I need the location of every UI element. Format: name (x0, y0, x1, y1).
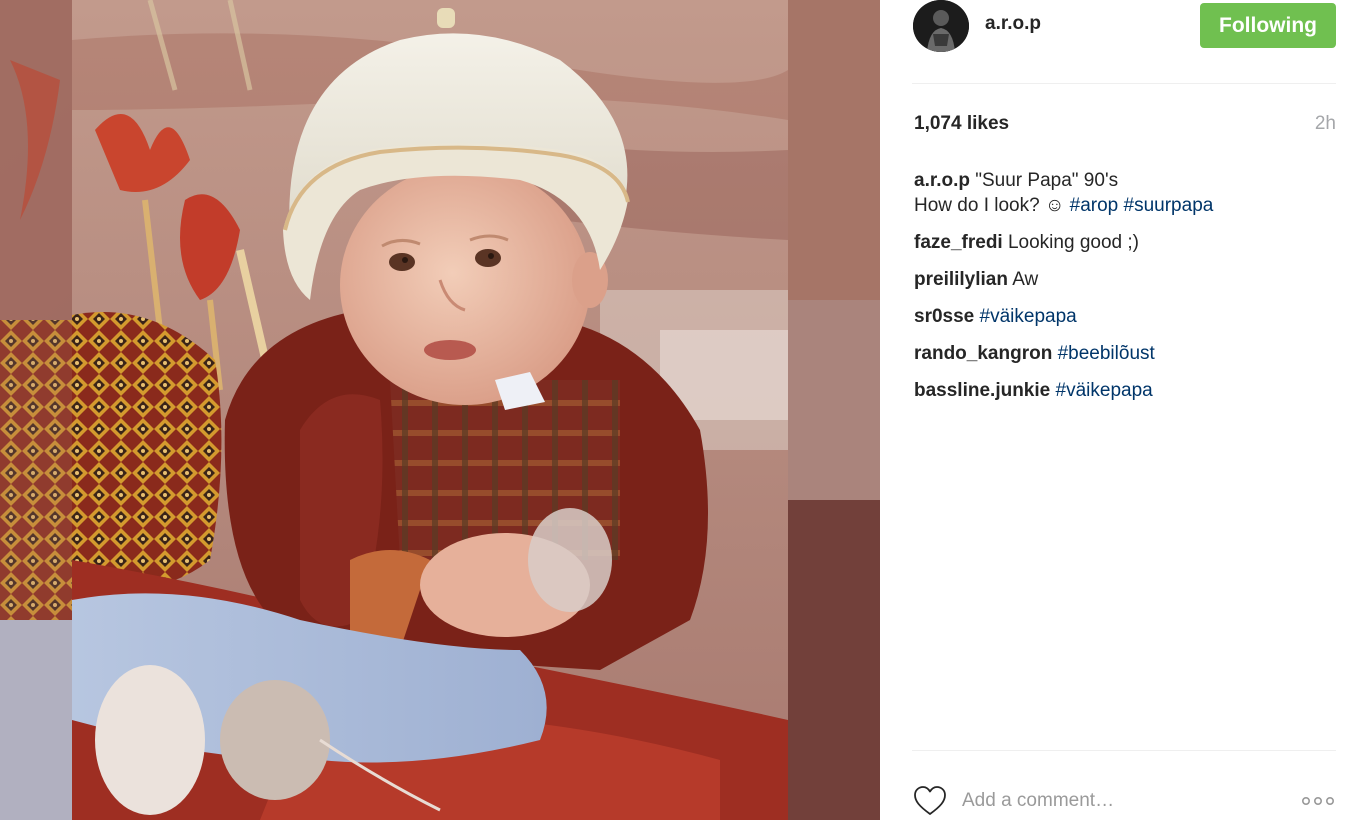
comment-item: bassline.junkie #väikepapa (914, 378, 1336, 403)
comment-text: Looking good ;) (1007, 232, 1139, 253)
post-photo-image (0, 0, 880, 820)
comment-hashtag[interactable]: #beebilõust (1058, 343, 1155, 364)
post-header: a.r.o.p Following (912, 0, 1336, 84)
comment-username[interactable]: rando_kangron (914, 343, 1052, 364)
comment-item: preililylian Aw (914, 267, 1336, 292)
following-button[interactable]: Following (1200, 3, 1336, 48)
comment-bar (912, 750, 1336, 820)
caption-hashtag[interactable]: #suurpapa (1124, 195, 1214, 216)
avatar-image (913, 0, 969, 52)
comment-username[interactable]: sr0sse (914, 306, 974, 327)
add-comment-input[interactable] (962, 785, 1282, 817)
more-options-icon[interactable] (1300, 791, 1336, 811)
comment-item: rando_kangron #beebilõust (914, 341, 1336, 366)
comment-item: faze_fredi Looking good ;) (914, 230, 1336, 255)
post-username[interactable]: a.r.o.p (985, 13, 1041, 35)
caption-hashtag[interactable]: #arop (1070, 195, 1119, 216)
caption-username[interactable]: a.r.o.p (914, 170, 970, 191)
comments-list: a.r.o.p "Suur Papa" 90's How do I look? … (914, 168, 1336, 415)
caption-text-line1: "Suur Papa" 90's (975, 170, 1119, 191)
comment-item: sr0sse #väikepapa (914, 304, 1336, 329)
heart-icon[interactable] (913, 785, 947, 817)
post-meta: 1,074 likes 2h (914, 113, 1336, 139)
comment-username[interactable]: bassline.junkie (914, 380, 1050, 401)
post-photo[interactable] (0, 0, 880, 820)
comment-hashtag[interactable]: #väikepapa (1056, 380, 1153, 401)
comment-text: Aw (1012, 269, 1039, 290)
profile-avatar[interactable] (913, 0, 969, 52)
post-timestamp[interactable]: 2h (1315, 113, 1336, 135)
comment-username[interactable]: preililylian (914, 269, 1008, 290)
caption-text-line2: How do I look? ☺ (914, 195, 1065, 216)
comment-hashtag[interactable]: #väikepapa (980, 306, 1077, 327)
likes-count[interactable]: 1,074 likes (914, 113, 1009, 135)
caption: a.r.o.p "Suur Papa" 90's How do I look? … (914, 168, 1336, 218)
comment-username[interactable]: faze_fredi (914, 232, 1003, 253)
post-detail-panel: a.r.o.p Following 1,074 likes 2h a.r.o.p… (880, 0, 1370, 820)
